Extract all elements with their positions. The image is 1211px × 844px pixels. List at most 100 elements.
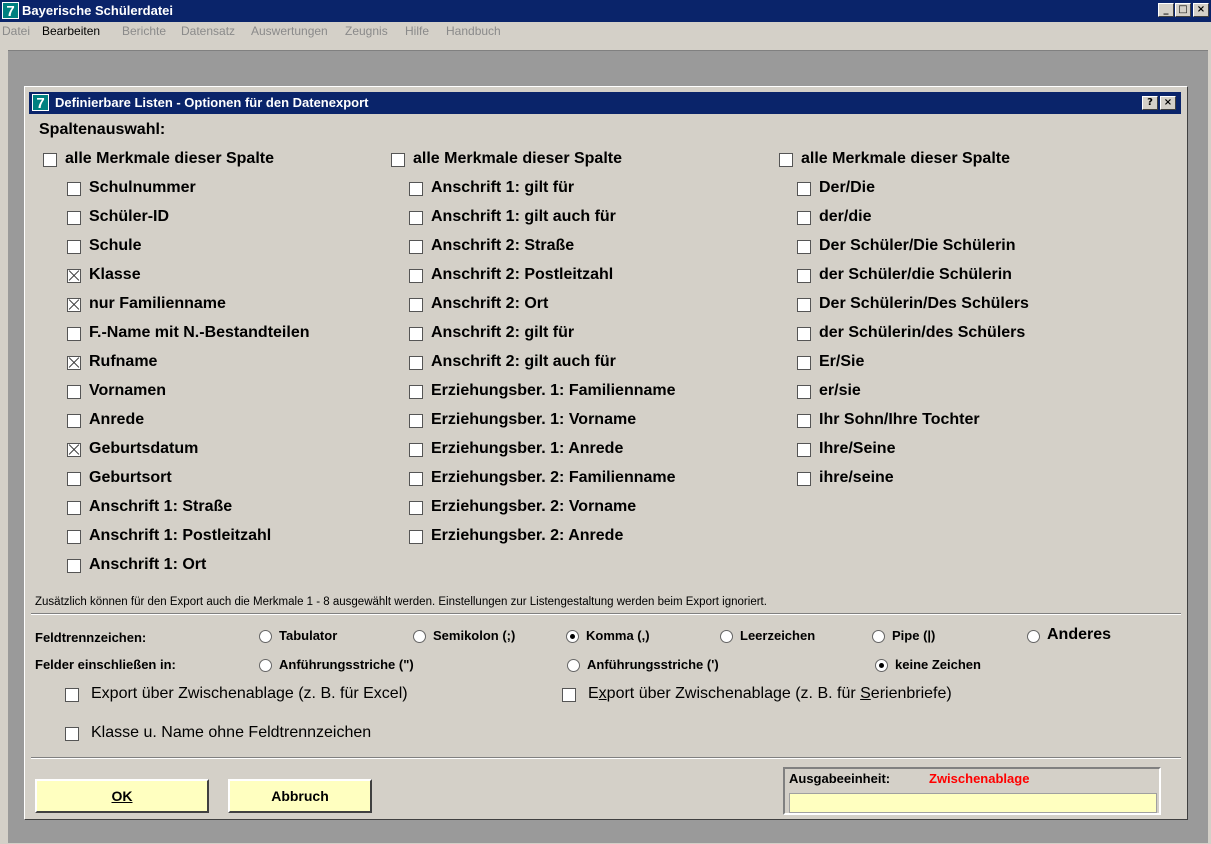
column-1-item-checkbox[interactable] bbox=[67, 327, 81, 341]
column-1-item-label: Anrede bbox=[89, 411, 145, 428]
delimiter-radio-2[interactable] bbox=[413, 630, 426, 643]
delimiter-radio-1[interactable] bbox=[259, 630, 272, 643]
select-all-column-3-label: alle Merkmale dieser Spalte bbox=[801, 150, 1010, 167]
app-icon: 7 bbox=[2, 2, 19, 20]
column-2-item-checkbox[interactable] bbox=[409, 298, 423, 312]
column-1-item-checkbox[interactable] bbox=[67, 385, 81, 399]
column-1-item-checkbox[interactable] bbox=[67, 472, 81, 486]
select-all-column-1-checkbox[interactable] bbox=[43, 153, 57, 167]
column-3-item-label: Der Schüler/Die Schülerin bbox=[819, 237, 1016, 254]
dialog-close-button[interactable]: × bbox=[1160, 96, 1176, 110]
menu-auswertungen[interactable]: Auswertungen bbox=[251, 24, 328, 38]
column-1-item-checkbox[interactable] bbox=[67, 182, 81, 196]
menu-zeugnis[interactable]: Zeugnis bbox=[345, 24, 388, 38]
help-button[interactable]: ? bbox=[1142, 96, 1158, 110]
column-1-item-checkbox[interactable] bbox=[67, 414, 81, 428]
column-3-item-label: er/sie bbox=[819, 382, 861, 399]
column-3-item-checkbox[interactable] bbox=[797, 269, 811, 283]
column-2-item-label: Erziehungsber. 1: Vorname bbox=[431, 411, 637, 428]
column-3-item-checkbox[interactable] bbox=[797, 443, 811, 457]
column-3-item-label: Der/Die bbox=[819, 179, 876, 196]
enclose-radio-2[interactable] bbox=[567, 659, 580, 672]
delimiter-radio-5[interactable] bbox=[872, 630, 885, 643]
column-2-item-checkbox[interactable] bbox=[409, 240, 423, 254]
column-2-item-checkbox[interactable] bbox=[409, 356, 423, 370]
select-all-column-1-label: alle Merkmale dieser Spalte bbox=[65, 150, 274, 167]
column-2-item-label: Erziehungsber. 2: Familienname bbox=[431, 469, 676, 486]
column-3-item-label: der Schülerin/des Schülers bbox=[819, 324, 1026, 341]
menu-berichte[interactable]: Berichte bbox=[122, 24, 166, 38]
klasse-name-checkbox[interactable] bbox=[65, 727, 79, 741]
klasse-name-label: Klasse u. Name ohne Feldtrennzeichen bbox=[91, 724, 372, 741]
column-3-item-checkbox[interactable] bbox=[797, 385, 811, 399]
column-1-item-label: Anschrift 1: Ort bbox=[89, 556, 207, 573]
output-field[interactable] bbox=[789, 793, 1157, 813]
output-value: Zwischenablage bbox=[929, 771, 1030, 786]
column-1-item-checkbox[interactable] bbox=[67, 443, 81, 457]
column-3-item-checkbox[interactable] bbox=[797, 240, 811, 254]
menu-datensatz[interactable]: Datensatz bbox=[181, 24, 235, 38]
ok-button[interactable]: OK bbox=[35, 779, 209, 813]
column-1-item-label: Schulnummer bbox=[89, 179, 196, 196]
delimiter-radio-4[interactable] bbox=[720, 630, 733, 643]
cancel-button[interactable]: Abbruch bbox=[228, 779, 372, 813]
column-3-item-checkbox[interactable] bbox=[797, 472, 811, 486]
column-1-item-label: nur Familienname bbox=[89, 295, 226, 312]
select-all-column-2-checkbox[interactable] bbox=[391, 153, 405, 167]
minimize-button[interactable]: _ bbox=[1158, 3, 1174, 17]
enclose-label: Felder einschließen in: bbox=[35, 657, 176, 672]
column-2-item-checkbox[interactable] bbox=[409, 385, 423, 399]
column-1-item-checkbox[interactable] bbox=[67, 269, 81, 283]
enclose-option-label: Anführungsstriche (') bbox=[587, 657, 719, 672]
app-titlebar: 7 Bayerische Schülerdatei _ □ × bbox=[0, 0, 1211, 22]
column-1-item-checkbox[interactable] bbox=[67, 501, 81, 515]
column-2-item-label: Anschrift 1: gilt für bbox=[431, 179, 575, 196]
column-2-item-checkbox[interactable] bbox=[409, 211, 423, 225]
enclose-radio-3[interactable] bbox=[875, 659, 888, 672]
column-3-item-checkbox[interactable] bbox=[797, 414, 811, 428]
delimiter-radio-6[interactable] bbox=[1027, 630, 1040, 643]
column-1-item-checkbox[interactable] bbox=[67, 298, 81, 312]
column-1-item-label: Geburtsdatum bbox=[89, 440, 199, 457]
column-1-item-label: Rufname bbox=[89, 353, 158, 370]
column-3-item-checkbox[interactable] bbox=[797, 211, 811, 225]
menu-hilfe[interactable]: Hilfe bbox=[405, 24, 429, 38]
column-2-item-checkbox[interactable] bbox=[409, 327, 423, 341]
export-serien-checkbox[interactable] bbox=[562, 688, 576, 702]
enclose-radio-1[interactable] bbox=[259, 659, 272, 672]
column-1-item-label: Klasse bbox=[89, 266, 141, 283]
column-2-item-checkbox[interactable] bbox=[409, 443, 423, 457]
column-3-item-checkbox[interactable] bbox=[797, 356, 811, 370]
column-2-item-checkbox[interactable] bbox=[409, 501, 423, 515]
delimiter-radio-3[interactable] bbox=[566, 630, 579, 643]
menubar: Datei Bearbeiten Berichte Datensatz Ausw… bbox=[0, 22, 1211, 42]
column-2-item-checkbox[interactable] bbox=[409, 414, 423, 428]
column-2-item-checkbox[interactable] bbox=[409, 530, 423, 544]
column-3-item-checkbox[interactable] bbox=[797, 298, 811, 312]
menu-datei[interactable]: Datei bbox=[2, 24, 30, 38]
column-1-item-label: F.-Name mit N.-Bestandteilen bbox=[89, 324, 310, 341]
column-2-item-checkbox[interactable] bbox=[409, 269, 423, 283]
column-1-item-checkbox[interactable] bbox=[67, 530, 81, 544]
column-3-item-checkbox[interactable] bbox=[797, 182, 811, 196]
close-button[interactable]: × bbox=[1193, 3, 1209, 17]
column-1-item-label: Schule bbox=[89, 237, 142, 254]
column-1-item-checkbox[interactable] bbox=[67, 211, 81, 225]
column-3-item-checkbox[interactable] bbox=[797, 327, 811, 341]
column-1-item-label: Anschrift 1: Postleitzahl bbox=[89, 527, 272, 544]
menu-bearbeiten[interactable]: Bearbeiten bbox=[42, 24, 100, 38]
column-1-item-checkbox[interactable] bbox=[67, 240, 81, 254]
maximize-button[interactable]: □ bbox=[1175, 3, 1191, 17]
column-1-item-label: Geburtsort bbox=[89, 469, 172, 486]
column-2-item-checkbox[interactable] bbox=[409, 472, 423, 486]
export-excel-checkbox[interactable] bbox=[65, 688, 79, 702]
column-1-item-checkbox[interactable] bbox=[67, 559, 81, 573]
export-serien-label: Export über Zwischenablage (z. B. für Se… bbox=[588, 685, 952, 702]
column-2-item-checkbox[interactable] bbox=[409, 182, 423, 196]
select-all-column-3-checkbox[interactable] bbox=[779, 153, 793, 167]
column-2-item-label: Anschrift 2: Postleitzahl bbox=[431, 266, 614, 283]
column-3-item-label: ihre/seine bbox=[819, 469, 894, 486]
dialog-title: Definierbare Listen - Optionen für den D… bbox=[55, 95, 369, 110]
menu-handbuch[interactable]: Handbuch bbox=[446, 24, 501, 38]
column-1-item-checkbox[interactable] bbox=[67, 356, 81, 370]
